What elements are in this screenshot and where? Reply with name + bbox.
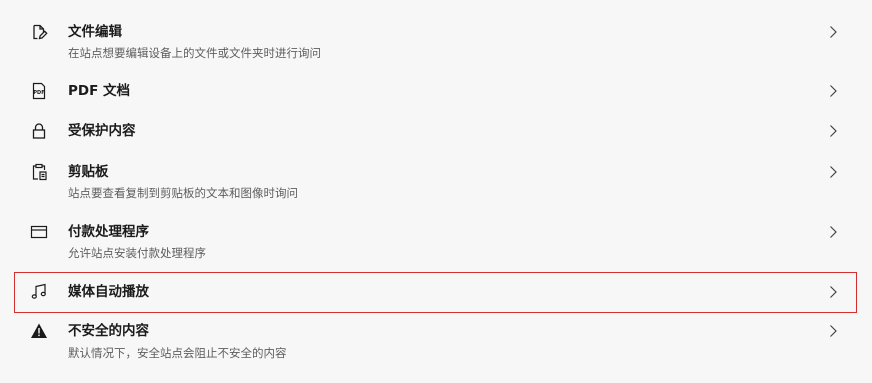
permission-row-insecure-content[interactable]: 不安全的内容 默认情况下，安全站点会阻止不安全的内容 [0,314,872,366]
svg-text:PDF: PDF [33,90,44,96]
credit-card-icon [30,223,48,241]
permission-title: PDF 文档 [68,83,131,99]
music-note-icon [30,283,48,301]
chevron-right-icon [826,84,840,98]
pdf-icon: PDF [30,82,48,100]
permission-description: 默认情况下，安全站点会阻止不安全的内容 [68,346,287,360]
chevron-right-icon [826,285,840,299]
site-permissions-list: 文件编辑 在站点想要编辑设备上的文件或文件夹时进行询问 PDF PDF 文档 受… [0,0,872,383]
permission-row-payment-handlers[interactable]: 付款处理程序 允许站点安装付款处理程序 [0,214,872,266]
file-edit-icon [30,23,48,41]
permission-title: 付款处理程序 [68,224,149,240]
permission-title: 媒体自动播放 [68,284,149,300]
chevron-right-icon [826,225,840,239]
chevron-right-icon [826,324,840,338]
permission-description: 在站点想要编辑设备上的文件或文件夹时进行询问 [68,46,321,60]
permission-title: 不安全的内容 [68,323,149,339]
chevron-right-icon [826,25,840,39]
permission-row-media-autoplay[interactable]: 媒体自动播放 [0,274,872,311]
clipboard-icon [30,163,48,181]
lock-icon [30,122,48,140]
chevron-right-icon [826,124,840,138]
permission-row-pdf-documents[interactable]: PDF PDF 文档 [0,75,872,107]
permission-title: 文件编辑 [68,24,122,40]
permission-row-clipboard[interactable]: 剪贴板 站点要查看复制到剪贴板的文本和图像时询问 [0,154,872,206]
permission-title: 剪贴板 [68,164,109,180]
permission-row-protected-content[interactable]: 受保护内容 [0,115,872,147]
chevron-right-icon [826,165,840,179]
permission-row-file-editing[interactable]: 文件编辑 在站点想要编辑设备上的文件或文件夹时进行询问 [0,14,872,66]
permission-description: 允许站点安装付款处理程序 [68,246,206,260]
permission-description: 站点要查看复制到剪贴板的文本和图像时询问 [68,186,298,200]
warning-icon [30,322,48,340]
permission-title: 受保护内容 [68,123,136,139]
